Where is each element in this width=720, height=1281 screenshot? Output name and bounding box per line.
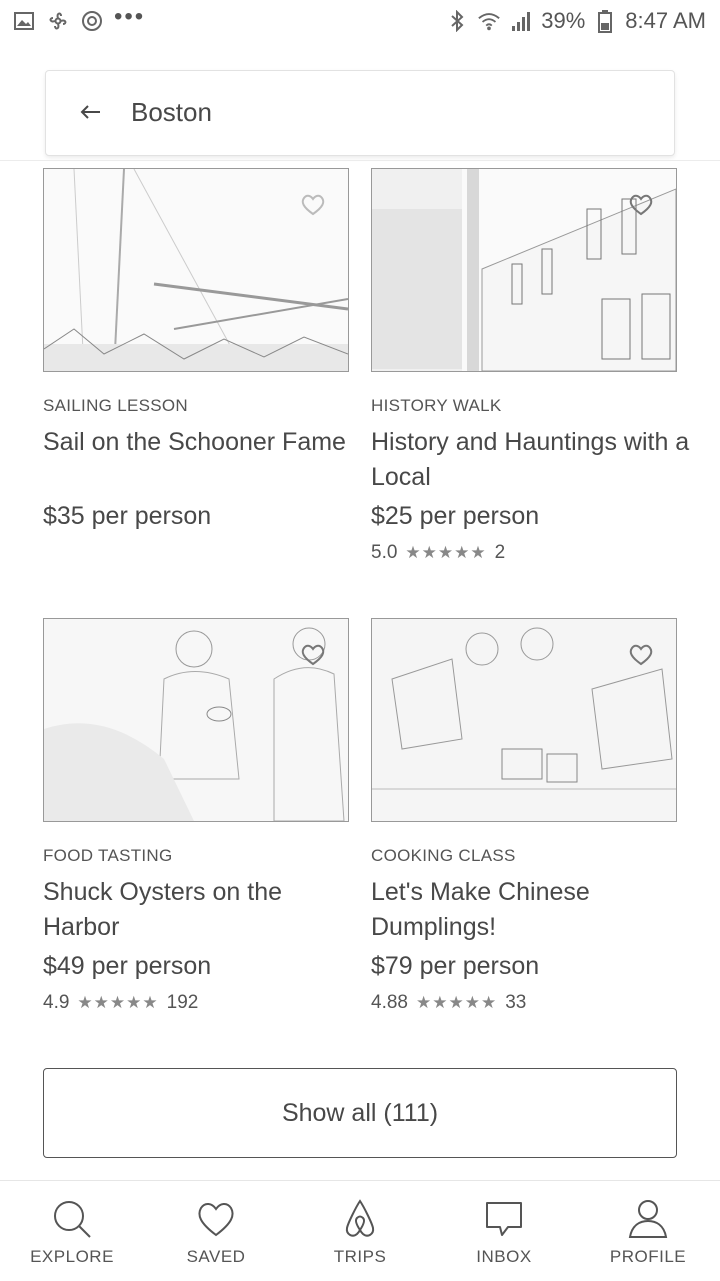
nav-profile[interactable]: PROFILE: [576, 1181, 720, 1281]
search-location-text[interactable]: Boston: [131, 97, 212, 128]
save-heart-icon[interactable]: [300, 643, 326, 667]
review-count: 2: [494, 542, 506, 563]
heart-icon: [194, 1197, 238, 1241]
experience-photo[interactable]: [43, 618, 349, 822]
header-divider: [0, 160, 720, 161]
save-heart-icon[interactable]: [300, 193, 326, 217]
star-rating-icon: ★★★★★: [415, 993, 498, 1012]
nav-profile-label: PROFILE: [609, 1247, 687, 1266]
nav-inbox-label: INBOX: [476, 1247, 532, 1266]
profile-icon: [626, 1197, 670, 1241]
experience-price: $79 per person: [371, 952, 540, 980]
experience-title[interactable]: Shuck Oysters on the Harbor: [43, 875, 363, 945]
signal-icon: [509, 9, 533, 33]
experience-category: SAILING LESSON: [43, 396, 188, 415]
star-rating-icon: ★★★★★: [405, 543, 487, 562]
nav-saved[interactable]: SAVED: [144, 1181, 288, 1281]
nav-explore[interactable]: EXPLORE: [0, 1181, 144, 1281]
nav-saved-label: SAVED: [186, 1247, 246, 1266]
experience-rating: 4.9 ★★★★★ 192: [43, 992, 198, 1014]
rating-value: 4.88: [371, 992, 408, 1013]
status-left-icons: •••: [12, 3, 145, 33]
experience-category: COOKING CLASS: [371, 846, 516, 865]
wifi-icon: [477, 9, 501, 33]
experience-rating: 5.0 ★★★★★ 2: [371, 542, 505, 564]
review-count: 33: [505, 992, 527, 1013]
bottom-nav: EXPLORE SAVED TRIPS INBOX PROFILE: [0, 1180, 720, 1281]
image-icon: [12, 9, 36, 33]
location-search-bar[interactable]: Boston: [45, 70, 675, 156]
experience-price: $35 per person: [43, 502, 212, 530]
nav-trips[interactable]: TRIPS: [288, 1181, 432, 1281]
chat-bubble-icon: [482, 1197, 526, 1241]
status-bar: ••• 39% 8:47 AM: [0, 0, 720, 44]
experience-photo[interactable]: [371, 168, 677, 372]
fan-icon: [46, 9, 70, 33]
experience-category: FOOD TASTING: [43, 846, 173, 865]
experience-price: $25 per person: [371, 502, 540, 530]
search-icon: [50, 1197, 94, 1241]
rating-value: 5.0: [371, 542, 398, 563]
nav-explore-label: EXPLORE: [30, 1247, 114, 1266]
experience-title[interactable]: History and Hauntings with a Local: [371, 425, 691, 495]
battery-percent: 39%: [541, 8, 586, 33]
rating-value: 4.9: [43, 992, 70, 1013]
show-all-button[interactable]: Show all (111): [43, 1068, 677, 1158]
clock: 8:47 AM: [625, 8, 706, 33]
experience-rating: 4.88 ★★★★★ 33: [371, 992, 526, 1014]
experience-title[interactable]: Let's Make Chinese Dumplings!: [371, 875, 691, 945]
save-heart-icon[interactable]: [628, 643, 654, 667]
airbnb-logo-icon: [338, 1197, 382, 1241]
nav-inbox[interactable]: INBOX: [432, 1181, 576, 1281]
back-arrow-icon[interactable]: [76, 97, 106, 127]
experience-category: HISTORY WALK: [371, 396, 502, 415]
experience-photo[interactable]: [371, 618, 677, 822]
status-right: 39% 8:47 AM: [445, 8, 706, 34]
experience-photo[interactable]: [43, 168, 349, 372]
sync-icon: [80, 9, 104, 33]
star-rating-icon: ★★★★★: [77, 993, 159, 1012]
bluetooth-icon: [445, 9, 469, 33]
save-heart-icon[interactable]: [628, 193, 654, 217]
experience-price: $49 per person: [43, 952, 212, 980]
review-count: 192: [166, 992, 199, 1013]
more-dots-icon: •••: [114, 3, 146, 30]
battery-icon: [593, 9, 617, 33]
experience-title[interactable]: Sail on the Schooner Fame: [43, 425, 363, 460]
nav-trips-label: TRIPS: [333, 1247, 387, 1266]
